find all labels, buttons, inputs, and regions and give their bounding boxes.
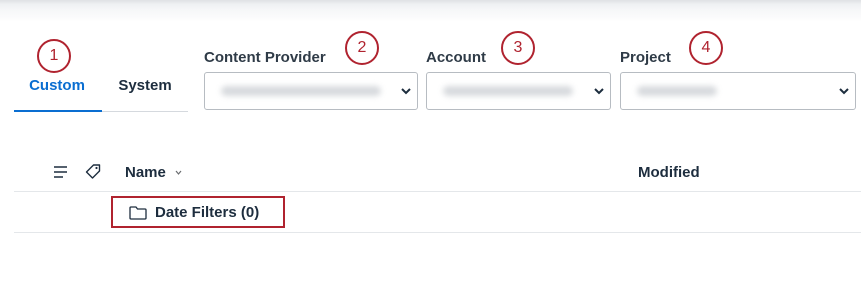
chevron-down-icon (401, 88, 411, 95)
callout-4: 4 (689, 31, 723, 65)
tab-custom[interactable]: Custom (14, 74, 102, 112)
account-label: Account (426, 49, 486, 66)
account-select[interactable] (426, 72, 611, 110)
chevron-down-icon (839, 88, 849, 95)
list-icon[interactable] (52, 163, 70, 181)
tag-icon[interactable] (84, 163, 102, 181)
table-row[interactable]: Date Filters (0) (14, 193, 861, 233)
chevron-down-icon (594, 88, 604, 95)
content-provider-label: Content Provider (204, 49, 326, 66)
folder-icon (129, 206, 147, 220)
content-provider-value (221, 86, 381, 96)
callout-1: 1 (37, 39, 71, 73)
project-select[interactable] (620, 72, 856, 110)
sort-caret-icon[interactable] (175, 170, 182, 175)
table-header: Name Modified (14, 152, 861, 192)
column-header-name[interactable]: Name (125, 164, 166, 182)
callout-2: 2 (345, 31, 379, 65)
tab-bar: Custom System (14, 74, 188, 112)
project-label: Project (620, 49, 671, 66)
content-provider-select[interactable] (204, 72, 418, 110)
folder-name[interactable]: Date Filters (0) (155, 204, 259, 222)
project-value (637, 86, 717, 96)
folder-row-highlight[interactable]: Date Filters (0) (111, 196, 285, 228)
callout-3: 3 (501, 31, 535, 65)
account-value (443, 86, 573, 96)
top-bar-shadow (0, 0, 861, 22)
column-header-modified[interactable]: Modified (638, 164, 700, 182)
tab-system[interactable]: System (102, 74, 188, 112)
